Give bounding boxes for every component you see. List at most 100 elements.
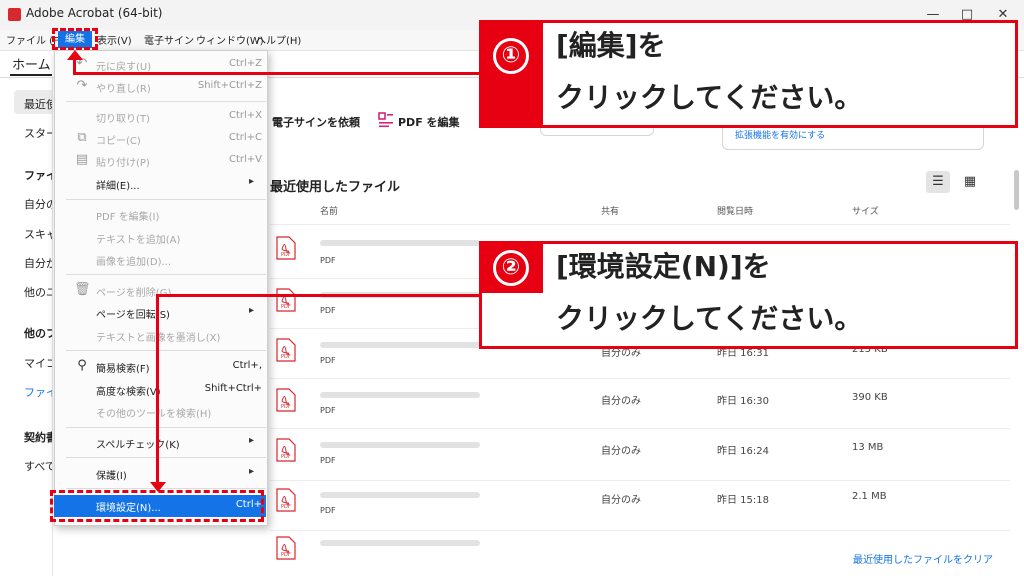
table-row[interactable]: PDF PDF 自分のみ 昨日 16:24 13 MB — [270, 430, 1010, 480]
menu-separator — [66, 427, 266, 428]
menu-separator — [66, 488, 266, 489]
tool-pdf-edit[interactable]: PDF を編集 — [398, 114, 460, 130]
svg-text:PDF: PDF — [281, 454, 291, 460]
menu-item-more[interactable]: 詳細(E)... ▸ — [54, 173, 266, 195]
svg-text:PDF: PDF — [281, 552, 291, 558]
menu-separator — [66, 457, 266, 458]
menu-separator — [66, 101, 266, 102]
scrollbar[interactable] — [1014, 170, 1019, 210]
menu-window[interactable]: ウィンドウ(W) — [196, 32, 264, 47]
file-type: PDF — [320, 506, 336, 515]
menu-item-redact[interactable]: テキストと画像を墨消し(X) — [54, 325, 266, 347]
callout-1-line2: クリックしてください。 — [556, 81, 863, 114]
menu-item-search-other-tools[interactable]: その他のツールを検索(H) — [54, 401, 266, 423]
svg-text:PDF: PDF — [281, 252, 291, 258]
pdf-file-icon: PDF — [276, 338, 296, 362]
callout-1-connector — [73, 72, 481, 75]
pdf-edit-icon — [378, 112, 393, 128]
file-name-blurred — [320, 540, 480, 546]
svg-text:PDF: PDF — [281, 404, 291, 410]
file-opened: 昨日 15:18 — [717, 495, 769, 506]
menu-esign[interactable]: 電子サイン — [144, 32, 194, 47]
file-name-blurred — [320, 240, 480, 246]
step-number: ① — [493, 38, 529, 74]
row-divider — [270, 378, 1010, 379]
left-heading-files: ファイル — [24, 169, 52, 182]
callout-1-line1: [編集]を — [556, 29, 666, 62]
file-name-blurred — [320, 492, 480, 498]
arrow-down-icon — [150, 482, 166, 492]
copy-icon: ⧉ — [77, 130, 87, 145]
svg-text:PDF: PDF — [281, 304, 291, 310]
submenu-arrow-icon: ▸ — [248, 435, 254, 446]
table-row[interactable]: PDF PDF 自分のみ 昨日 16:30 390 KB — [270, 380, 1010, 428]
column-header-size[interactable]: サイズ — [852, 204, 879, 217]
left-item-my-files[interactable]: 自分のみ — [24, 196, 52, 212]
pdf-file-icon: PDF — [276, 388, 296, 412]
menu-item-edit-pdf[interactable]: PDF を編集(I) — [54, 204, 266, 226]
column-header-share[interactable]: 共有 — [601, 204, 619, 217]
file-name-blurred — [320, 342, 480, 348]
left-item-all-agreements[interactable]: すべて — [24, 458, 52, 474]
menu-item-add-image[interactable]: 画像を追加(D)... — [54, 249, 266, 271]
menu-view[interactable]: 表示(V) — [97, 32, 132, 47]
file-type: PDF — [320, 256, 336, 265]
file-type: PDF — [320, 306, 336, 315]
menu-item-add-text[interactable]: テキストを追加(A) — [54, 227, 266, 249]
menu-item-paste[interactable]: ▤ 貼り付け(P) Ctrl+V — [54, 150, 266, 172]
menu-item-cut[interactable]: 切り取り(T) Ctrl+X — [54, 106, 266, 128]
grid-view-button[interactable]: ▦ — [958, 171, 982, 193]
callout-1-badge: ① — [479, 20, 543, 128]
left-item-add-file-storage[interactable]: ファイル — [24, 384, 52, 400]
file-size: 2.1 MB — [852, 491, 887, 502]
pdf-file-icon: PDF — [276, 536, 296, 560]
column-header-opened[interactable]: 閲覧日時 — [717, 204, 753, 217]
menu-item-spell-check[interactable]: スペルチェック(K) ▸ — [54, 432, 266, 454]
highlight-preferences — [50, 490, 264, 522]
file-share: 自分のみ — [601, 396, 641, 407]
acrobat-logo-icon — [8, 8, 21, 21]
menu-help[interactable]: ヘルプ(H) — [256, 32, 301, 47]
left-item-recent[interactable]: 最近使用 — [24, 96, 52, 112]
menu-item-advanced-search[interactable]: 高度な検索(V) Shift+Ctrl+ — [54, 379, 266, 401]
menu-item-copy[interactable]: ⧉ コピー(C) Ctrl+C — [54, 128, 266, 150]
file-name-blurred — [320, 392, 480, 398]
menu-item-redo[interactable]: ↷ やり直し(R) Shift+Ctrl+Z — [54, 76, 266, 98]
menu-item-rotate-page[interactable]: ページを回転(S) ▸ — [54, 302, 266, 324]
left-heading-agreements: 契約書 — [24, 431, 52, 444]
menu-separator — [66, 274, 266, 275]
row-divider — [270, 480, 1010, 481]
submenu-arrow-icon: ▸ — [248, 305, 254, 316]
callout-2-line1: [環境設定(N)]を — [556, 250, 771, 283]
step-number: ② — [493, 250, 529, 286]
search-icon: ⚲ — [77, 358, 87, 373]
left-item-shared-by-me[interactable]: 自分が — [24, 255, 52, 271]
menu-item-find[interactable]: ⚲ 簡易検索(F) Ctrl+, — [54, 356, 266, 378]
file-share: 自分のみ — [601, 446, 641, 457]
enable-extension-link[interactable]: 拡張機能を有効にする — [735, 128, 825, 141]
pdf-file-icon: PDF — [276, 438, 296, 462]
table-row[interactable]: PDF PDF 自分のみ 昨日 15:18 2.1 MB — [270, 482, 1010, 530]
submenu-arrow-icon: ▸ — [248, 466, 254, 477]
left-item-starred[interactable]: スター付き — [24, 125, 52, 141]
clear-recent-files-link[interactable]: 最近使用したファイルをクリア — [853, 551, 993, 566]
callout-2-badge: ② — [479, 241, 543, 293]
file-size: 13 MB — [852, 442, 884, 453]
tab-home-underline — [10, 74, 52, 76]
tool-request-esign[interactable]: 電子サインを依頼 — [272, 114, 360, 130]
left-item-my-computer[interactable]: マイコン — [24, 355, 52, 371]
tab-home[interactable]: ホーム — [12, 54, 51, 73]
column-header-name[interactable]: 名前 — [320, 204, 338, 217]
menu-item-delete-page[interactable]: 🗑 ページを削除(G) — [54, 280, 266, 302]
left-item-scans[interactable]: スキャン — [24, 226, 52, 242]
file-opened: 昨日 16:30 — [717, 396, 769, 407]
arrow-up-icon — [67, 50, 83, 60]
pdf-file-icon: PDF — [276, 288, 296, 312]
file-name-blurred — [320, 442, 480, 448]
header-divider — [270, 224, 1010, 225]
file-size: 390 KB — [852, 392, 888, 403]
file-type: PDF — [320, 356, 336, 365]
list-view-button[interactable]: ☰ — [926, 171, 950, 193]
menu-separator — [66, 350, 266, 351]
left-item-shared-by-others[interactable]: 他のユ — [24, 284, 52, 300]
